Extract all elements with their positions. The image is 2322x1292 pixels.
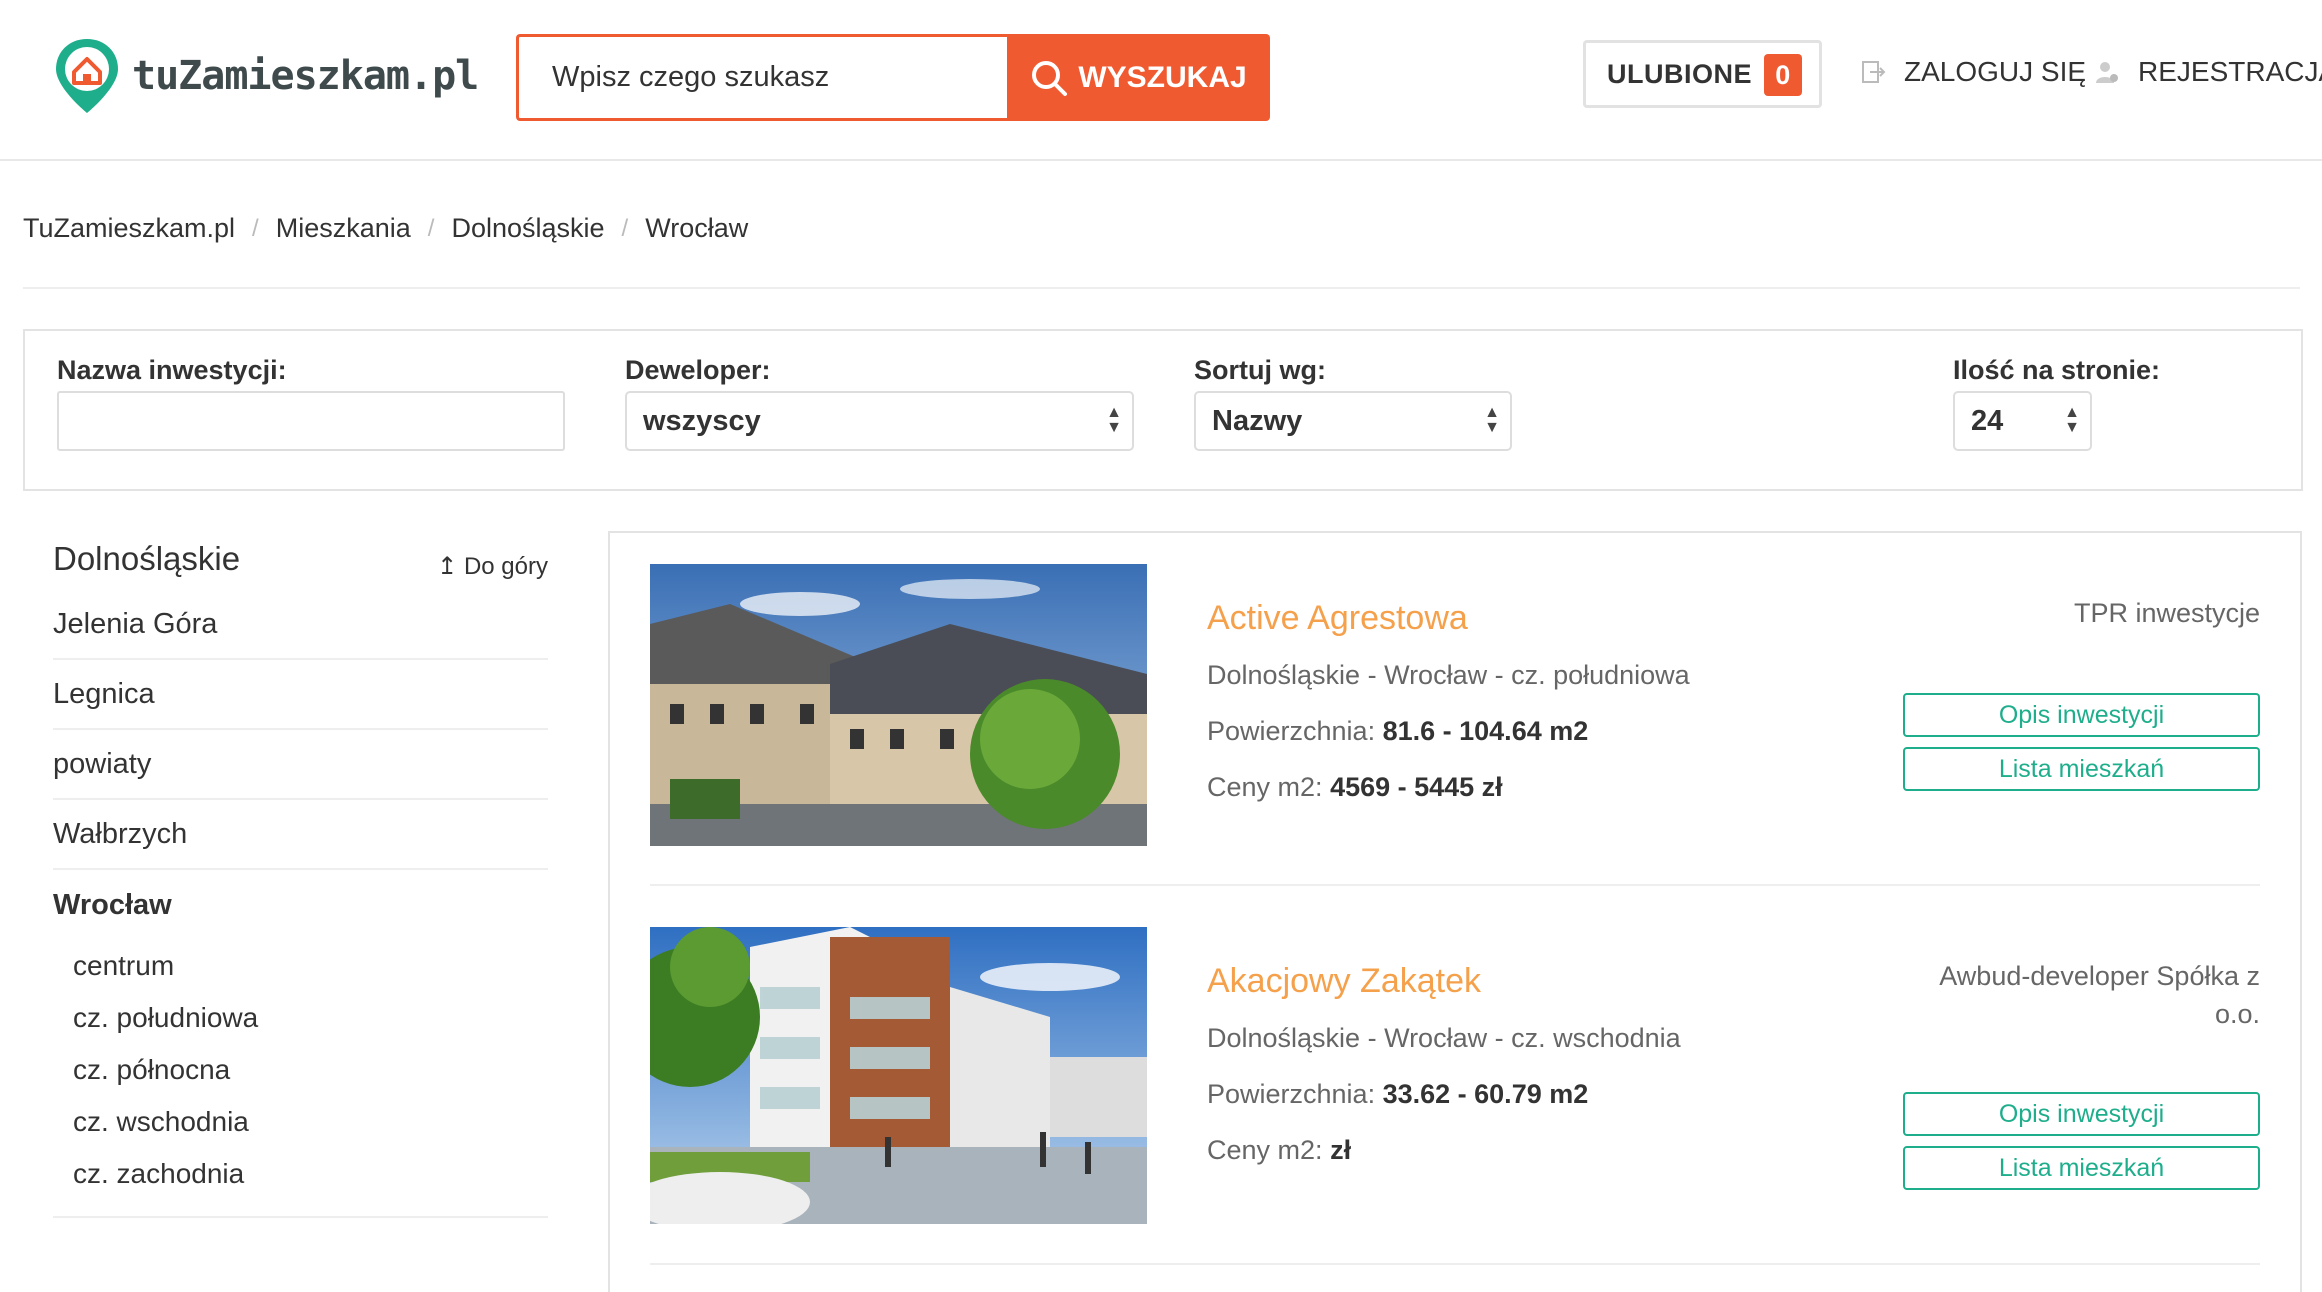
select-arrows-icon: ▲ ▼ <box>1106 404 1122 436</box>
listing-area: Powierzchnia: 33.62 - 60.79 m2 <box>1207 1079 1588 1110</box>
listing-divider <box>650 1263 2260 1265</box>
sidebar-item-walbrzych[interactable]: Wałbrzych <box>53 800 548 870</box>
region-sidebar: Dolnośląskie ↥ Do góry Jelenia Góra Legn… <box>53 530 548 1218</box>
sidebar-item-legnica[interactable]: Legnica <box>53 660 548 730</box>
area-value: 81.6 - 104.64 m2 <box>1382 716 1589 746</box>
sort-select[interactable]: Nazwy ▲ ▼ <box>1194 391 1512 451</box>
breadcrumb-separator: / <box>427 214 435 242</box>
per-page-select-value: 24 <box>1971 404 2004 437</box>
sidebar-subitem-centrum[interactable]: centrum <box>53 940 548 992</box>
sidebar-subitem-wschodnia[interactable]: cz. wschodnia <box>53 1096 548 1148</box>
investment-name-input[interactable] <box>57 391 565 451</box>
apartment-list-button[interactable]: Lista mieszkań <box>1903 1146 2260 1190</box>
search-input[interactable] <box>519 37 1007 118</box>
price-value: zł <box>1330 1135 1352 1165</box>
back-to-top-label: Do góry <box>463 553 548 580</box>
arrow-up-icon: ↥ <box>437 553 458 580</box>
site-logo[interactable]: tuZamieszkam.pl <box>52 36 479 116</box>
sidebar-subitem-poludniowa[interactable]: cz. południowa <box>53 992 548 1044</box>
investment-name-label: Nazwa inwestycji: <box>57 355 287 385</box>
listing-card: Active Agrestowa Dolnośląskie - Wrocław … <box>650 564 2260 846</box>
favorites-count-badge: 0 <box>1764 54 1802 96</box>
listing-divider <box>650 884 2260 886</box>
logo-text: tuZamieszkam.pl <box>132 53 479 99</box>
listing-title[interactable]: Active Agrestowa <box>1207 599 1468 638</box>
per-page-select[interactable]: 24 ▲ ▼ <box>1953 391 2092 451</box>
sidebar-item-wroclaw[interactable]: Wrocław <box>53 870 548 940</box>
search-box <box>516 34 1007 121</box>
apartment-list-button[interactable]: Lista mieszkań <box>1903 747 2260 791</box>
divider <box>23 287 2300 289</box>
back-to-top-link[interactable]: ↥ Do góry <box>437 552 548 581</box>
listing-image[interactable] <box>650 927 1147 1224</box>
login-label: ZALOGUJ SIĘ <box>1904 56 2087 87</box>
listing-card: Akacjowy Zakątek Dolnośląskie - Wrocław … <box>650 927 2260 1224</box>
login-link[interactable]: ZALOGUJ SIĘ <box>1860 56 2086 88</box>
listing-title[interactable]: Akacjowy Zakątek <box>1207 962 1481 1001</box>
breadcrumb-item[interactable]: Mieszkania <box>276 213 411 244</box>
breadcrumb-item-current: Wrocław <box>645 213 749 243</box>
sidebar-title: Dolnośląskie <box>53 540 241 577</box>
sidebar-divider <box>53 1200 548 1218</box>
sidebar-header: Dolnośląskie ↥ Do góry <box>53 530 548 590</box>
search-button-label: WYSZUKAJ <box>1078 60 1247 94</box>
sidebar-subitem-zachodnia[interactable]: cz. zachodnia <box>53 1148 548 1200</box>
filter-panel: Nazwa inwestycji: Deweloper: wszyscy ▲ ▼ … <box>23 329 2303 491</box>
sort-select-value: Nazwy <box>1212 404 1303 437</box>
developer-select-value: wszyscy <box>643 404 761 437</box>
area-label: Powierzchnia: <box>1207 1079 1376 1109</box>
area-label: Powierzchnia: <box>1207 716 1376 746</box>
price-value: 4569 - 5445 zł <box>1330 772 1503 802</box>
area-value: 33.62 - 60.79 m2 <box>1382 1079 1589 1109</box>
login-icon <box>1862 61 1886 83</box>
sidebar-item-powiaty[interactable]: powiaty <box>53 730 548 800</box>
per-page-label: Ilość na stronie: <box>1953 355 2161 385</box>
site-header: tuZamieszkam.pl WYSZUKAJ ULUBIONE 0 ZALO… <box>0 0 2322 161</box>
price-label: Ceny m2: <box>1207 1135 1323 1165</box>
listing-developer: Awbud-developer Spółka z o.o. <box>1939 961 2260 1029</box>
breadcrumb-separator: / <box>252 214 259 242</box>
breadcrumb-item[interactable]: Dolnośląskie <box>451 213 604 244</box>
select-arrows-icon: ▲ ▼ <box>2064 404 2080 436</box>
listing-price: Ceny m2: 4569 - 5445 zł <box>1207 772 1503 803</box>
search-button[interactable]: WYSZUKAJ <box>1007 34 1270 121</box>
favorites-label: ULUBIONE <box>1607 58 1752 89</box>
listing-results: Active Agrestowa Dolnośląskie - Wrocław … <box>608 531 2302 1292</box>
register-link[interactable]: REJESTRACJA <box>2094 56 2322 88</box>
user-add-icon <box>2096 62 2118 83</box>
listing-image[interactable] <box>650 564 1147 846</box>
listing-developer: TPR inwestycje <box>2073 598 2260 628</box>
register-label: REJESTRACJA <box>2138 56 2322 87</box>
breadcrumb-item[interactable]: TuZamieszkam.pl <box>23 213 235 244</box>
sidebar-subitem-polnocna[interactable]: cz. północna <box>53 1044 548 1096</box>
listing-area: Powierzchnia: 81.6 - 104.64 m2 <box>1207 716 1588 747</box>
investment-description-button[interactable]: Opis inwestycji <box>1903 693 2260 737</box>
sort-label: Sortuj wg: <box>1194 355 1326 385</box>
listing-price: Ceny m2: zł <box>1207 1135 1351 1166</box>
house-pin-icon <box>56 39 118 113</box>
select-arrows-icon: ▲ ▼ <box>1484 404 1500 436</box>
developer-select[interactable]: wszyscy ▲ ▼ <box>625 391 1134 451</box>
breadcrumb: TuZamieszkam.pl / Mieszkania / Dolnośląs… <box>23 213 748 244</box>
price-label: Ceny m2: <box>1207 772 1323 802</box>
investment-description-button[interactable]: Opis inwestycji <box>1903 1092 2260 1136</box>
listing-location: Dolnośląskie - Wrocław - cz. wschodnia <box>1207 1023 1681 1053</box>
search-icon <box>1032 60 1068 96</box>
favorites-button[interactable]: ULUBIONE 0 <box>1583 40 1822 108</box>
breadcrumb-separator: / <box>621 214 629 242</box>
developer-label: Deweloper: <box>625 355 771 385</box>
listing-location: Dolnośląskie - Wrocław - cz. południowa <box>1207 660 1690 690</box>
sidebar-item-jelenia-gora[interactable]: Jelenia Góra <box>53 590 548 660</box>
